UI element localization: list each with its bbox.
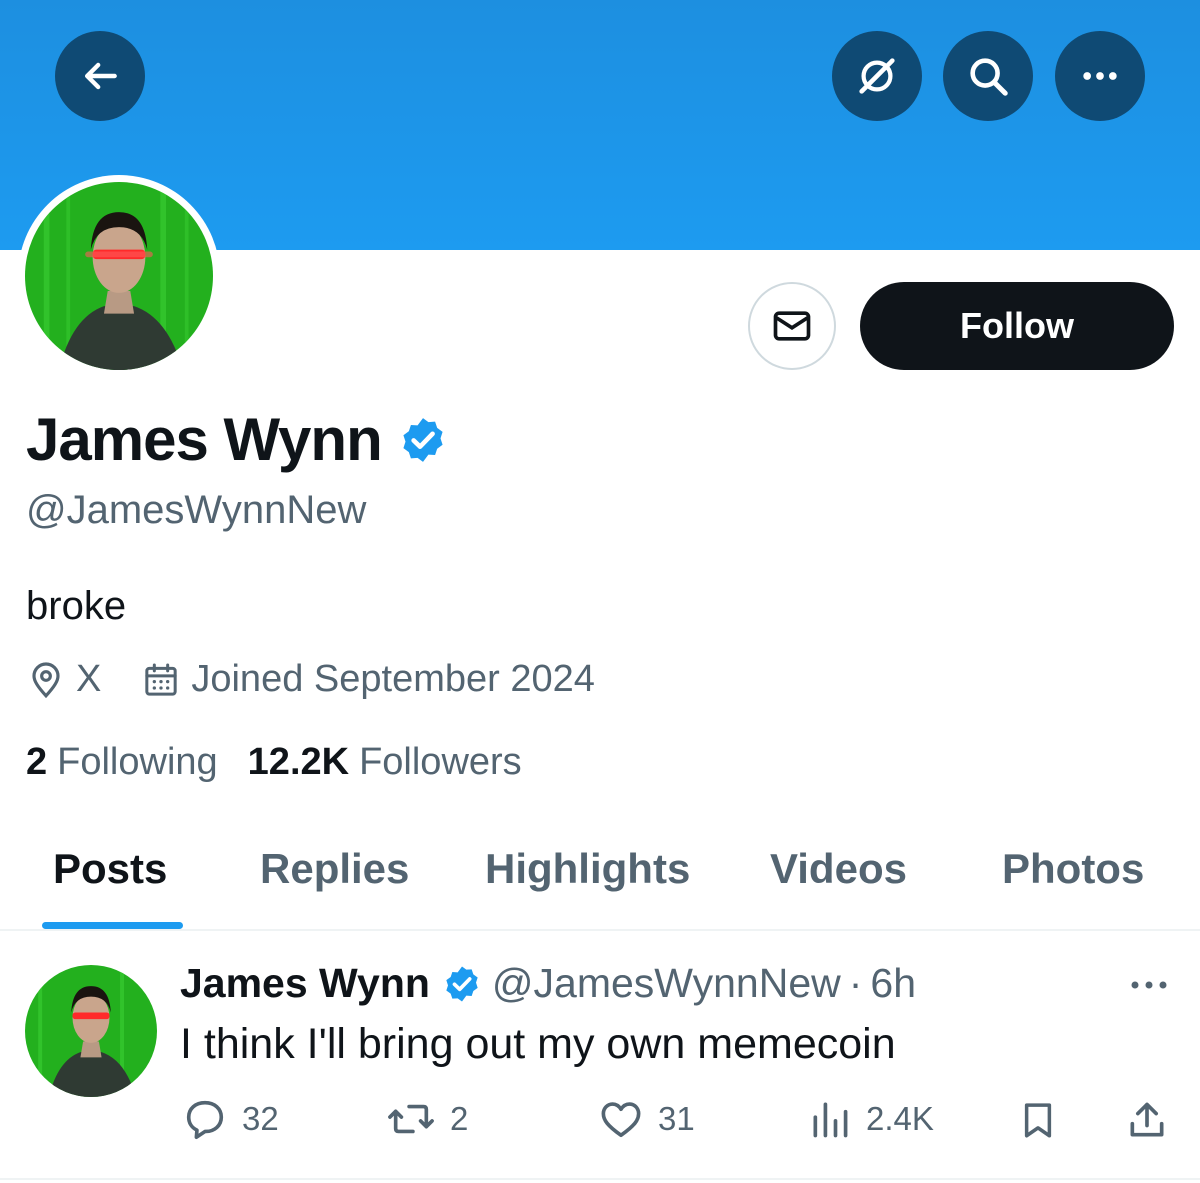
tweet-text: I think I'll bring out my own memecoin bbox=[180, 1020, 896, 1068]
verified-badge-icon[interactable] bbox=[442, 964, 482, 1004]
separator-dot: · bbox=[848, 960, 863, 1006]
bookmark-button[interactable] bbox=[1017, 1096, 1073, 1144]
search-icon bbox=[970, 58, 1008, 96]
more-icon bbox=[1083, 72, 1117, 80]
tab-replies[interactable]: Replies bbox=[260, 845, 409, 893]
verified-badge-icon[interactable] bbox=[398, 415, 448, 465]
share-icon bbox=[1130, 1102, 1164, 1137]
profile-bio: broke bbox=[26, 584, 127, 628]
joined-text: Joined September 2024 bbox=[191, 658, 595, 700]
like-count: 31 bbox=[658, 1100, 695, 1137]
following-count: 2 bbox=[26, 741, 48, 783]
reply-icon bbox=[186, 1100, 224, 1140]
following-label: Following bbox=[57, 741, 218, 783]
location-pin-icon bbox=[32, 661, 60, 698]
back-button[interactable] bbox=[55, 31, 145, 121]
followers-label: Followers bbox=[359, 741, 522, 783]
reply-button[interactable]: 32 bbox=[182, 1096, 279, 1142]
followers-link[interactable]: 12.2K Followers bbox=[248, 741, 522, 784]
view-count: 2.4K bbox=[866, 1100, 934, 1137]
tweet-header: James Wynn @JamesWynnNew · 6h bbox=[180, 960, 916, 1007]
active-tab-indicator bbox=[42, 922, 183, 929]
location-text: X bbox=[76, 658, 102, 700]
tab-posts[interactable]: Posts bbox=[53, 845, 167, 893]
following-link[interactable]: 2 Following bbox=[26, 741, 218, 784]
profile-name-row: James Wynn bbox=[26, 405, 448, 474]
back-arrow-icon bbox=[84, 62, 117, 90]
avatar-image bbox=[25, 182, 213, 370]
reply-count: 32 bbox=[242, 1100, 279, 1137]
bookmark-icon bbox=[1024, 1103, 1052, 1138]
more-icon bbox=[1131, 981, 1167, 989]
profile-handle: @JamesWynnNew bbox=[26, 488, 367, 532]
display-name: James Wynn bbox=[26, 406, 383, 473]
like-button[interactable]: 31 bbox=[598, 1096, 695, 1142]
message-button[interactable] bbox=[748, 282, 836, 370]
tweet-more-button[interactable] bbox=[1128, 970, 1170, 1005]
profile-stats: 2 Following 12.2K Followers bbox=[26, 741, 522, 784]
tab-videos[interactable]: Videos bbox=[770, 845, 907, 893]
calendar-icon bbox=[145, 663, 178, 696]
repost-count: 2 bbox=[450, 1100, 469, 1137]
tweet-author-name[interactable]: James Wynn bbox=[180, 960, 430, 1007]
views-button[interactable]: 2.4K bbox=[808, 1096, 934, 1142]
tabs-divider bbox=[0, 929, 1200, 931]
heart-icon bbox=[601, 1102, 641, 1138]
repost-icon bbox=[388, 1104, 434, 1134]
share-button[interactable] bbox=[1125, 1096, 1183, 1144]
tab-highlights[interactable]: Highlights bbox=[485, 845, 690, 893]
avatar-image bbox=[25, 965, 157, 1097]
tab-photos[interactable]: Photos bbox=[1002, 845, 1144, 893]
more-button[interactable] bbox=[1055, 31, 1145, 121]
analytics-icon bbox=[813, 1102, 848, 1138]
joined-item: Joined September 2024 bbox=[141, 658, 595, 701]
tweet-time[interactable]: 6h bbox=[870, 960, 916, 1007]
tweet-avatar[interactable] bbox=[25, 965, 157, 1097]
repost-button[interactable]: 2 bbox=[386, 1096, 468, 1142]
followers-count: 12.2K bbox=[247, 741, 350, 783]
profile-meta: X Joined September 2024 bbox=[26, 658, 595, 701]
grok-button[interactable] bbox=[832, 31, 922, 121]
profile-avatar[interactable] bbox=[18, 175, 220, 377]
follow-button[interactable]: Follow bbox=[860, 282, 1174, 370]
envelope-icon bbox=[773, 311, 811, 341]
tweet-author-handle[interactable]: @JamesWynnNew bbox=[492, 960, 841, 1007]
search-button[interactable] bbox=[943, 31, 1033, 121]
tweet-divider bbox=[0, 1178, 1200, 1180]
grok-icon bbox=[859, 58, 895, 94]
location-item: X bbox=[26, 658, 101, 701]
